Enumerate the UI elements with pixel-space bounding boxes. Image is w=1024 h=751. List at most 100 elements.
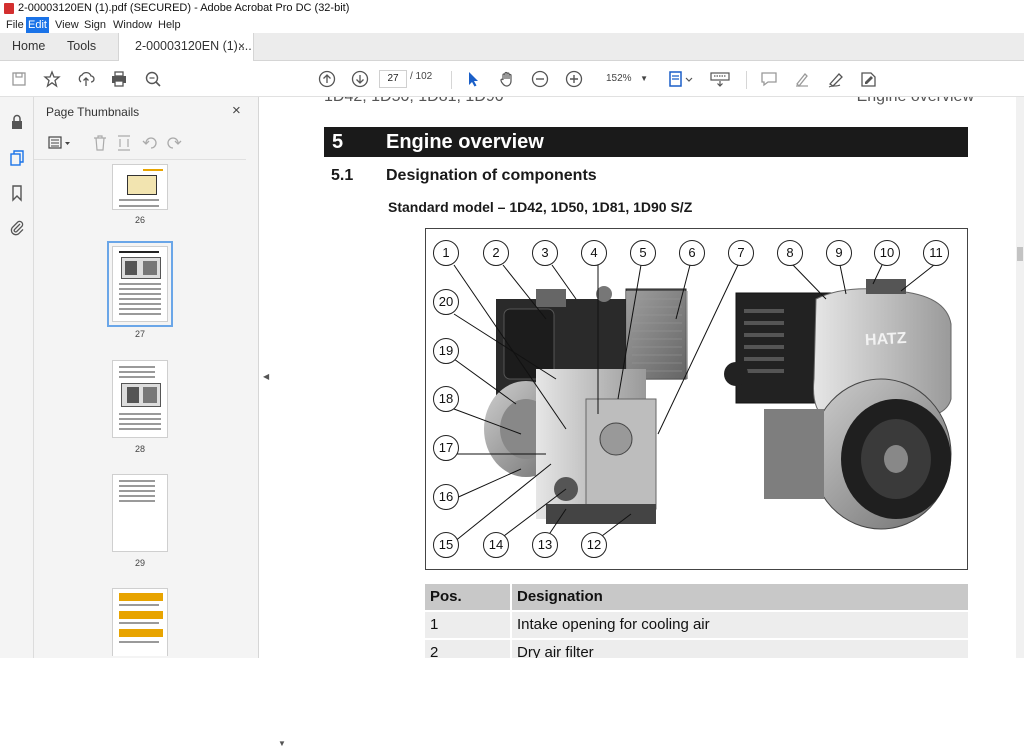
table-row: 2 Dry air filter [425,640,968,658]
tab-home[interactable]: Home [12,33,45,61]
page-thumbnails-panel: Page Thumbnails × 26 27 28 29 ▼ [34,97,288,748]
hand-icon[interactable] [498,70,516,88]
collapse-panel-icon[interactable]: ◀ [263,372,269,381]
bookmark-star-icon[interactable] [43,70,61,88]
menu-view[interactable]: View [53,17,81,33]
panel-title: Page Thumbnails [46,105,140,119]
tab-tools[interactable]: Tools [67,33,96,61]
save-icon[interactable] [10,70,28,88]
insert-page-icon[interactable] [116,134,132,155]
acrobat-pdf-icon [4,3,14,14]
callout-1: 1 [433,240,459,266]
highlight-icon[interactable] [793,70,811,88]
menu-sign[interactable]: Sign [82,17,108,33]
chevron-down-icon: ▼ [640,74,648,83]
rotate-right-icon[interactable] [166,134,182,155]
thumbnail-page[interactable] [112,360,168,438]
callout-15: 15 [433,532,459,558]
callout-11: 11 [923,240,949,266]
close-icon[interactable]: × [232,102,241,119]
share-upload-icon[interactable] [77,70,95,88]
tab-close-icon[interactable]: × [238,33,245,60]
comment-icon[interactable] [760,70,778,88]
bookmarks-icon[interactable] [8,184,26,202]
document-view: 1D42, 1D50, 1D81, 1D90 Engine overview 5… [274,97,1016,658]
chapter-heading: 5 Engine overview [324,127,968,157]
callout-13: 13 [532,532,558,558]
engine-brand-text: HATZ [865,330,908,349]
table-header-pos: Pos. [425,584,510,610]
callout-6: 6 [679,240,705,266]
left-nav-rail [0,97,34,658]
callout-10: 10 [874,240,900,266]
callout-5: 5 [630,240,656,266]
page-up-icon[interactable] [318,70,336,88]
callout-8: 8 [777,240,803,266]
title-bar: 2-00003120EN (1).pdf (SECURED) - Adobe A… [0,0,1024,17]
thumbnail-page[interactable] [112,588,168,656]
running-header: 1D42, 1D50, 1D81, 1D90 Engine overview [324,97,974,106]
print-icon[interactable] [110,70,128,88]
edit-share-icon[interactable] [860,70,878,88]
section-title: Designation of components [386,167,597,184]
menu-edit[interactable]: Edit [26,17,49,33]
table-row: 1 Intake opening for cooling air [425,612,968,638]
engine-diagram: HATZ 1 2 3 4 5 6 7 8 9 10 11 20 19 18 17… [425,228,968,570]
tab-document[interactable]: 2-00003120EN (1).... × [118,33,254,61]
callout-9: 9 [826,240,852,266]
callout-20: 20 [433,289,459,315]
scroll-down-arrow-icon[interactable]: ▼ [278,739,286,748]
thumbnail-tools [44,133,244,155]
table-cell-pos: 2 [425,640,510,658]
engine-illustration: HATZ [453,264,952,543]
attachments-icon[interactable] [8,219,26,237]
tab-bar: Home Tools 2-00003120EN (1).... × [0,33,1024,61]
callout-3: 3 [532,240,558,266]
search-zoom-icon[interactable] [144,70,162,88]
running-header-right: Engine overview [857,97,974,106]
zoom-in-icon[interactable] [565,70,583,88]
callout-12: 12 [581,532,607,558]
rotate-left-icon[interactable] [142,134,158,155]
sign-icon[interactable] [827,70,845,88]
subsection-heading: Standard model – 1D42, 1D50, 1D81, 1D90 … [388,199,693,215]
table-header-designation: Designation [512,584,968,610]
running-header-left: 1D42, 1D50, 1D81, 1D90 [324,97,504,105]
toolbar-divider [746,71,747,89]
engine-left-view [484,286,688,524]
toolbar-divider [451,71,452,89]
keyboard-icon[interactable] [710,70,730,88]
thumbnail-page[interactable] [112,474,168,552]
lock-icon[interactable] [8,113,26,131]
page-number-input[interactable]: 27 [379,70,407,88]
callout-14: 14 [483,532,509,558]
page-down-icon[interactable] [351,70,369,88]
page-thumbnails-icon[interactable] [8,149,26,167]
select-cursor-icon[interactable] [464,70,482,88]
fit-page-icon[interactable] [668,70,694,88]
menu-file[interactable]: File [4,17,26,33]
page-total: / 102 [410,71,433,82]
zoom-select[interactable]: 152% ▼ [598,70,650,88]
thumbnail-page-number: 29 [134,558,145,568]
window-title: 2-00003120EN (1).pdf (SECURED) - Adobe A… [18,2,350,14]
engine-right-view: HATZ [724,279,952,530]
zoom-out-icon[interactable] [531,70,549,88]
table-cell-designation: Dry air filter [512,640,968,658]
menu-help[interactable]: Help [156,17,183,33]
document-scrollbar[interactable] [1016,97,1024,658]
delete-page-icon[interactable] [92,134,108,155]
table-cell-pos: 1 [425,612,510,638]
callout-4: 4 [581,240,607,266]
callout-19: 19 [433,338,459,364]
thumbnail-list: 26 27 28 29 [34,159,246,656]
options-menu-icon[interactable] [48,135,74,154]
chapter-number: 5 [332,131,344,153]
scrollbar-thumb[interactable] [1017,247,1023,261]
thumbnail-page-selected[interactable] [107,241,173,327]
menu-window[interactable]: Window [111,17,154,33]
tab-document-label: 2-00003120EN (1).... [135,39,252,53]
callout-17: 17 [433,435,459,461]
menu-bar: File Edit View Sign Window Help [0,17,1024,33]
thumbnail-page[interactable] [112,164,168,210]
